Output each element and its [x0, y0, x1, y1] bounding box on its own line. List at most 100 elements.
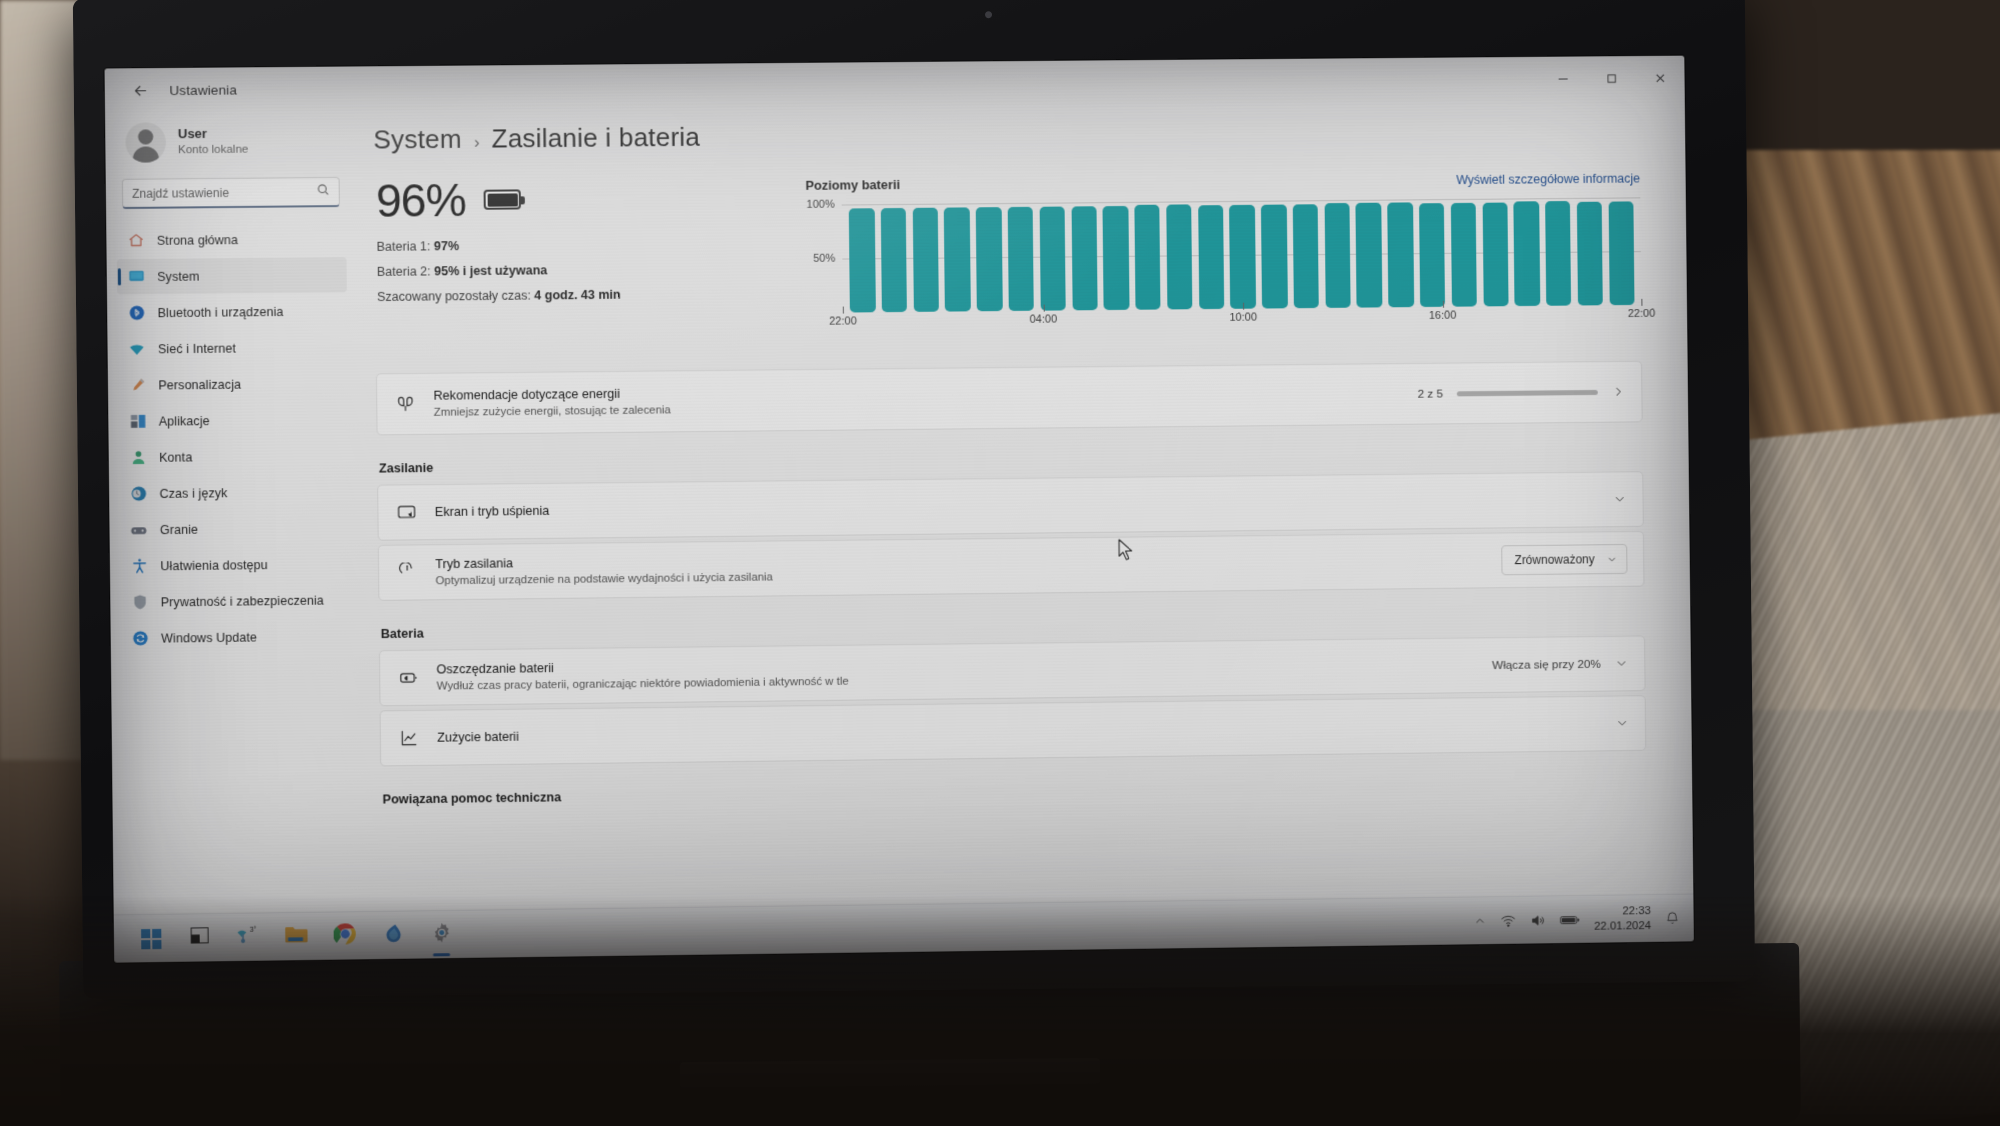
minimize-button[interactable] [1539, 56, 1588, 100]
home-icon [126, 231, 144, 249]
sidebar-item-label: Czas i język [159, 485, 228, 501]
usage-chart-icon [397, 726, 421, 750]
chart-bar [1387, 202, 1414, 308]
laptop-screen: Ustawienia User Konto lokalne Znajdź ust… [104, 55, 1694, 963]
chart-bar [880, 208, 908, 313]
battery-saver-card[interactable]: Oszczędzanie baterii Wydłuż czas pracy b… [378, 635, 1646, 707]
chart-bar [944, 207, 971, 312]
sidebar-item-accounts[interactable]: Konta [119, 438, 349, 476]
chart-plot-area: 100% 50% [806, 197, 1642, 313]
gamepad-icon [130, 521, 148, 539]
chart-bar [1134, 204, 1161, 310]
sidebar-item-label: Prywatność i zabezpieczenia [160, 593, 324, 609]
sidebar-item-bluetooth[interactable]: Bluetooth i urządzenia [117, 293, 347, 330]
settings-window: Ustawienia User Konto lokalne Znajdź ust… [104, 55, 1694, 963]
sidebar-item-home[interactable]: Strona główna [116, 221, 346, 258]
battery-percent: 96% [375, 173, 466, 227]
breadcrumb-root[interactable]: System [373, 124, 462, 156]
account-block[interactable]: User Konto lokalne [115, 111, 346, 177]
section-heading-power: Zasilanie [378, 460, 434, 476]
back-arrow-icon[interactable] [123, 75, 158, 105]
sidebar-item-privacy[interactable]: Prywatność i zabezpieczenia [120, 582, 350, 620]
clock-globe-icon [129, 485, 147, 503]
chart-bar [1007, 207, 1035, 311]
account-name: User [177, 126, 208, 142]
recommendations-progress-bar [1456, 389, 1598, 396]
sidebar-item-apps[interactable]: Aplikacje [118, 402, 348, 439]
sidebar-item-label: Aplikacje [158, 413, 210, 429]
update-refresh-icon [131, 629, 149, 647]
battery-line-3-label: Szacowany pozostały czas: [377, 288, 535, 305]
battery-overview-row: 96% Bateria 1: 97% Bateria 2: 95% i jest… [374, 167, 1655, 348]
sidebar-item-accessibility[interactable]: Ułatwienia dostępu [120, 546, 350, 584]
power-mode-card[interactable]: Tryb zasilania Optymalizuj urządzenie na… [377, 530, 1645, 601]
search-icon [316, 183, 329, 201]
battery-usage-card[interactable]: Zużycie baterii [379, 695, 1647, 767]
sidebar-item-time-language[interactable]: Czas i język [119, 474, 349, 512]
chart-x-tick-label: 22:00 [829, 315, 857, 328]
sidebar-item-label: System [157, 269, 200, 284]
battery-saver-value: Włącza się przy 20% [1492, 656, 1601, 673]
sidebar-item-system[interactable]: System [116, 257, 347, 295]
close-button[interactable] [1636, 56, 1685, 100]
search-box[interactable] [121, 176, 340, 209]
chart-x-axis: 22:00 04:00 10:00 16:00 22:00 [829, 298, 1655, 343]
chevron-down-icon[interactable] [1615, 716, 1629, 730]
battery-status-column: 96% Bateria 1: 97% Bateria 2: 95% i jest… [374, 174, 777, 347]
search-input[interactable] [132, 184, 311, 201]
chart-y-tick-label: 50% [813, 252, 836, 265]
bluetooth-icon [127, 304, 145, 322]
recommendations-progress-label: 2 z 5 [1417, 386, 1444, 401]
chart-bar [1102, 206, 1130, 311]
battery-percent-row: 96% [375, 173, 776, 227]
battery-full-icon [483, 189, 522, 210]
breadcrumb: System › Zasilanie i bateria [373, 114, 1639, 156]
chevron-down-icon[interactable] [1615, 656, 1629, 670]
sidebar-item-network[interactable]: Sieć i Internet [117, 329, 347, 366]
sidebar-item-gaming[interactable]: Granie [119, 510, 349, 548]
sidebar-item-label: Konta [159, 449, 193, 465]
battery-line-3-value: 4 godz. 43 min [534, 287, 621, 303]
breadcrumb-separator-icon: › [473, 132, 480, 152]
sidebar-nav: Strona główna System Bluetooth i urządze… [116, 221, 350, 656]
sidebar-item-label: Sieć i Internet [157, 341, 237, 356]
chart-bar [1545, 201, 1572, 306]
account-person-icon [129, 448, 147, 466]
chart-x-tick-label: 04:00 [1029, 313, 1058, 326]
sidebar-item-label: Bluetooth i urządzenia [157, 304, 284, 320]
sidebar-item-windows-update[interactable]: Windows Update [121, 618, 351, 656]
sidebar: User Konto lokalne Znajdź ustawienie Str… [104, 110, 364, 915]
chevron-down-icon[interactable] [1613, 492, 1627, 506]
card-title: Zużycie baterii [437, 729, 519, 745]
chart-bar [1197, 205, 1225, 310]
chevron-right-icon[interactable] [1612, 385, 1626, 399]
power-mode-value: Zrównoważony [1514, 552, 1595, 568]
foreground-shadow [0, 896, 2000, 1126]
wifi-icon [128, 340, 146, 358]
chart-bars [846, 197, 1638, 313]
battery-saver-icon [396, 666, 420, 690]
chart-title: Poziomy baterii [805, 177, 901, 193]
card-text: Rekomendacje dotyczące energii Zmniejsz … [433, 377, 1401, 422]
view-details-link[interactable]: Wyświetl szczegółowe informacje [1456, 171, 1640, 187]
chart-bar [848, 208, 876, 313]
battery-line-2-label: Bateria 2: [376, 264, 435, 279]
chart-x-tick [1043, 304, 1045, 312]
power-mode-dropdown[interactable]: Zrównoważony [1501, 543, 1628, 576]
laptop-photo: Ustawienia User Konto lokalne Znajdź ust… [0, 0, 2000, 1126]
chart-bar [1482, 202, 1509, 307]
card-title: Ekran i tryb uśpienia [434, 503, 550, 519]
screen-and-sleep-card[interactable]: Ekran i tryb uśpienia [377, 471, 1644, 541]
sidebar-item-personalization[interactable]: Personalizacja [118, 366, 348, 403]
power-mode-icon [395, 560, 419, 584]
maximize-button[interactable] [1587, 56, 1636, 100]
chart-bar [1229, 205, 1256, 309]
energy-recommendations-card[interactable]: Rekomendacje dotyczące energii Zmniejsz … [375, 360, 1643, 436]
card-right [1615, 716, 1629, 730]
chart-bar [1513, 201, 1540, 307]
battery-line-3: Szacowany pozostały czas: 4 godz. 43 min [377, 286, 777, 304]
chart-bar [1355, 202, 1383, 308]
chart-header: Poziomy baterii Wyświetl szczegółowe inf… [805, 170, 1640, 192]
card-text: Oszczędzanie baterii Wydłuż czas pracy b… [436, 648, 1476, 695]
chart-x-tick-label: 22:00 [1627, 307, 1656, 320]
